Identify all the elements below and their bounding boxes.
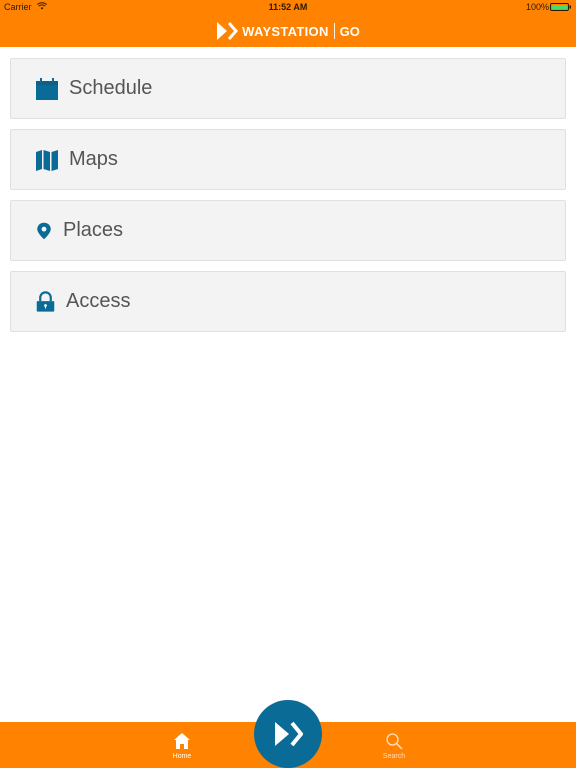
menu-item-label: Access (66, 290, 131, 312)
menu-item-label: Schedule (69, 77, 153, 99)
status-bar: Carrier 11:52 AM 100% (0, 0, 576, 14)
tab-home[interactable]: Home (142, 722, 222, 768)
status-time: 11:52 AM (268, 2, 308, 12)
battery-icon (550, 3, 571, 11)
map-icon (36, 149, 58, 171)
waystation-logo-icon (217, 22, 239, 40)
calendar-icon (36, 77, 58, 100)
menu-item-places[interactable]: Places (10, 200, 566, 261)
search-icon (386, 733, 403, 750)
brand-suffix: GO (339, 23, 360, 39)
waystation-action-button[interactable] (254, 700, 322, 768)
app-brand: WAYSTATION GO (0, 20, 576, 42)
menu-item-label: Places (63, 219, 124, 241)
brand-divider (333, 23, 335, 39)
menu-item-schedule[interactable]: Schedule (10, 58, 566, 119)
home-icon (174, 733, 190, 749)
main-menu: Schedule Maps Places Access (10, 58, 566, 342)
menu-item-label: Maps (69, 148, 118, 170)
location-pin-icon (37, 222, 51, 239)
battery-percentage: 100% (525, 2, 549, 12)
padlock-icon (36, 290, 55, 312)
top-bar: Carrier 11:52 AM 100% WAYSTATION GO (0, 0, 576, 47)
menu-item-maps[interactable]: Maps (10, 129, 566, 190)
tab-search-label: Search (382, 753, 406, 760)
menu-item-access[interactable]: Access (10, 271, 566, 332)
waystation-logo-icon (275, 721, 303, 747)
tab-home-label: Home (172, 753, 192, 760)
tab-search[interactable]: Search (354, 722, 434, 768)
brand-name: WAYSTATION (242, 23, 329, 39)
